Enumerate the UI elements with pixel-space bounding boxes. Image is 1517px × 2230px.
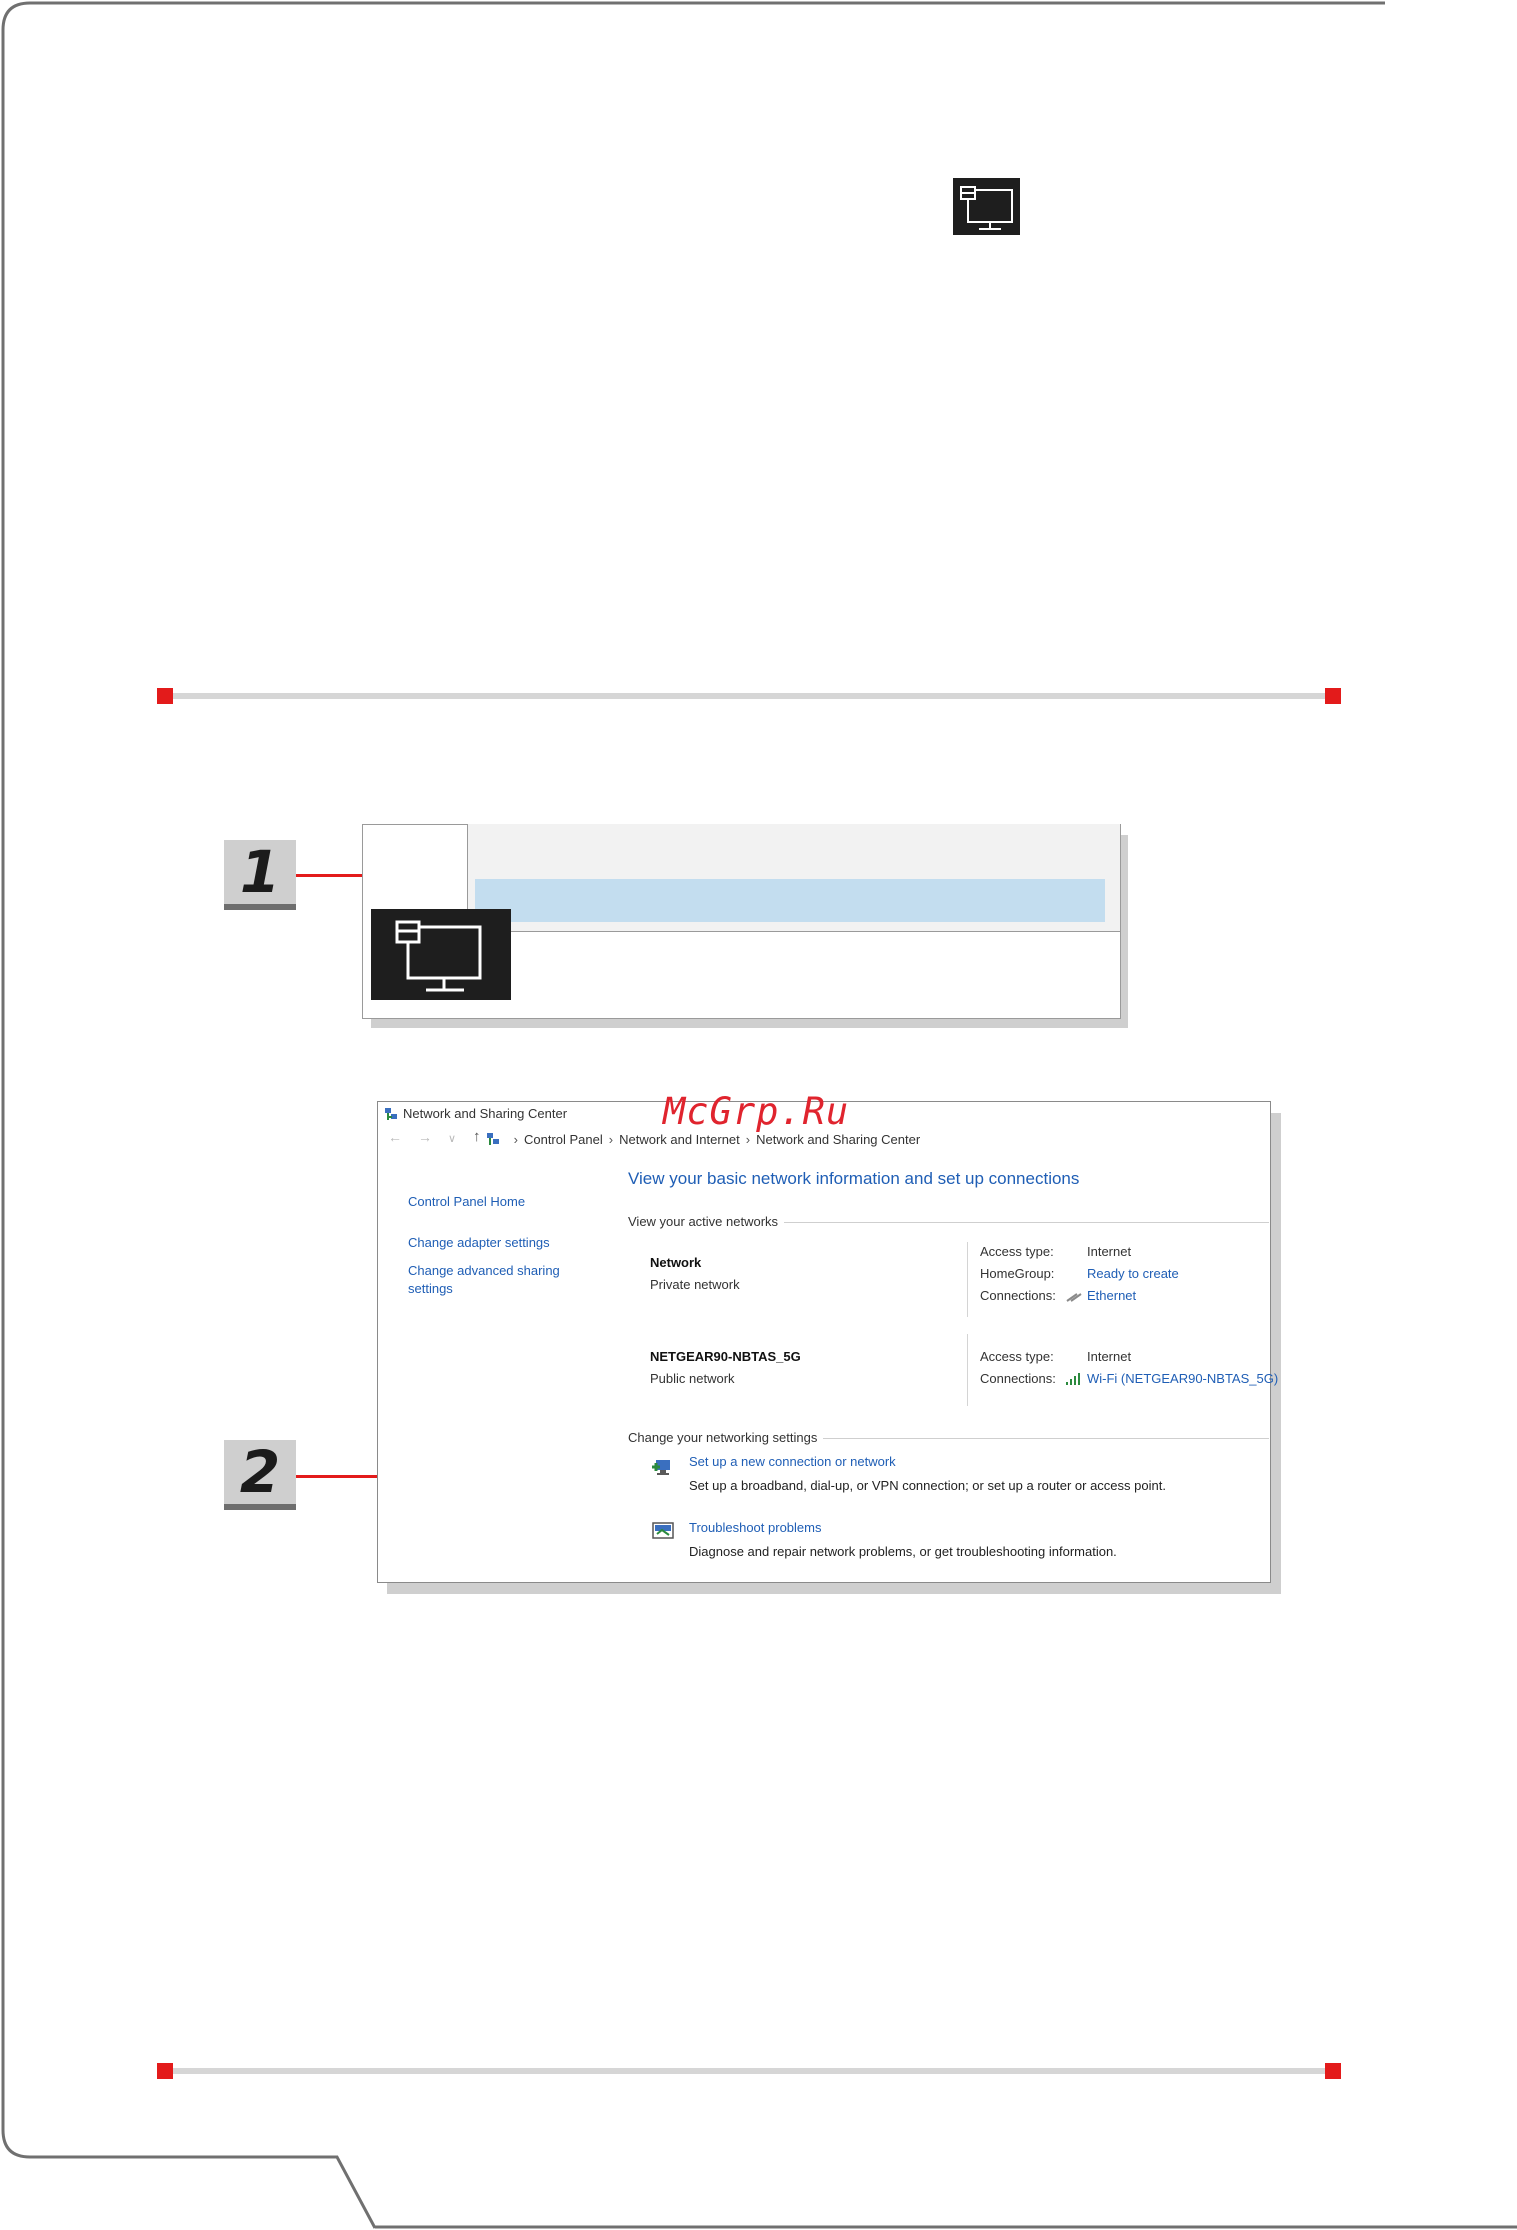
- up-arrow-icon[interactable]: ↑: [473, 1128, 481, 1145]
- network-name: Network: [650, 1255, 702, 1270]
- chevron-right-icon: ›: [608, 1132, 614, 1147]
- step-number: 1: [239, 838, 281, 906]
- change-advanced-sharing-link-cont[interactable]: settings: [408, 1280, 453, 1298]
- access-type-label: Access type:: [980, 1244, 1054, 1259]
- breadcrumb-item[interactable]: Network and Internet: [619, 1132, 740, 1147]
- homegroup-link[interactable]: Ready to create: [1087, 1266, 1179, 1281]
- breadcrumb-item[interactable]: Control Panel: [524, 1132, 603, 1147]
- context-menu-item-highlighted[interactable]: [475, 879, 1105, 922]
- troubleshoot-problems-description: Diagnose and repair network problems, or…: [689, 1544, 1117, 1559]
- control-panel-icon: [487, 1133, 499, 1145]
- divider-marker: [1325, 2063, 1341, 2079]
- active-networks-heading: View your active networks: [628, 1214, 785, 1229]
- network-center-icon: [385, 1108, 397, 1120]
- chevron-down-icon[interactable]: ∨: [448, 1132, 456, 1145]
- network-name: NETGEAR90-NBTAS_5G: [650, 1349, 801, 1364]
- chevron-right-icon: ›: [745, 1132, 751, 1147]
- change-settings-heading: Change your networking settings: [628, 1430, 824, 1445]
- section-divider: [157, 2063, 1341, 2079]
- step-number: 2: [239, 1438, 281, 1506]
- divider-marker: [1325, 688, 1341, 704]
- connections-label: Connections:: [980, 1371, 1056, 1386]
- homegroup-label: HomeGroup:: [980, 1266, 1055, 1281]
- new-connection-icon: [652, 1460, 670, 1475]
- back-arrow-icon[interactable]: ←: [388, 1129, 402, 1145]
- divider-marker: [157, 688, 173, 704]
- change-advanced-sharing-link[interactable]: Change advanced sharing: [408, 1262, 560, 1280]
- network-type-link[interactable]: Public network: [650, 1371, 735, 1386]
- access-type-value: Internet: [1087, 1349, 1132, 1364]
- wifi-signal-icon: [1066, 1373, 1080, 1385]
- network-sharing-center-window: Network and Sharing Center ← → ∨ ↑ › Cont…: [377, 1101, 1278, 1583]
- access-type-value: Internet: [1087, 1244, 1132, 1259]
- breadcrumb: › Control Panel › Network and Internet › Netw…: [486, 1132, 920, 1147]
- set-up-connection-link[interactable]: Set up a new connection or network: [689, 1454, 896, 1469]
- control-panel-home-link[interactable]: Control Panel Home: [408, 1193, 525, 1211]
- section-divider: [157, 688, 1341, 704]
- connections-label: Connections:: [980, 1288, 1056, 1303]
- divider-marker: [157, 2063, 173, 2079]
- ethernet-connection-link[interactable]: Ethernet: [1087, 1288, 1136, 1303]
- window-title: Network and Sharing Center: [403, 1106, 568, 1121]
- step-badge-2: 2: [224, 1438, 296, 1510]
- set-up-connection-description: Set up a broadband, dial-up, or VPN conn…: [689, 1478, 1166, 1493]
- change-adapter-settings-link[interactable]: Change adapter settings: [408, 1234, 550, 1252]
- column-separator: [967, 1334, 968, 1406]
- breadcrumb-item[interactable]: Network and Sharing Center: [756, 1132, 920, 1147]
- network-type-link[interactable]: Private network: [650, 1277, 740, 1292]
- access-type-label: Access type:: [980, 1349, 1054, 1364]
- troubleshoot-problems-link[interactable]: Troubleshoot problems: [689, 1520, 821, 1535]
- wifi-connection-link[interactable]: Wi-Fi (NETGEAR90-NBTAS_5G): [1087, 1371, 1278, 1386]
- troubleshoot-icon: [652, 1522, 674, 1539]
- forward-arrow-icon[interactable]: →: [418, 1129, 432, 1145]
- column-separator: [967, 1242, 968, 1317]
- chevron-right-icon: ›: [513, 1132, 518, 1147]
- ethernet-icon: [1066, 1293, 1082, 1302]
- step-badge-1: 1: [224, 838, 296, 910]
- watermark: McGrp.Ru: [663, 1090, 850, 1133]
- network-tray-icon[interactable]: [371, 909, 511, 1000]
- page-title: View your basic network information and …: [628, 1169, 1080, 1188]
- network-icon: [953, 178, 1020, 235]
